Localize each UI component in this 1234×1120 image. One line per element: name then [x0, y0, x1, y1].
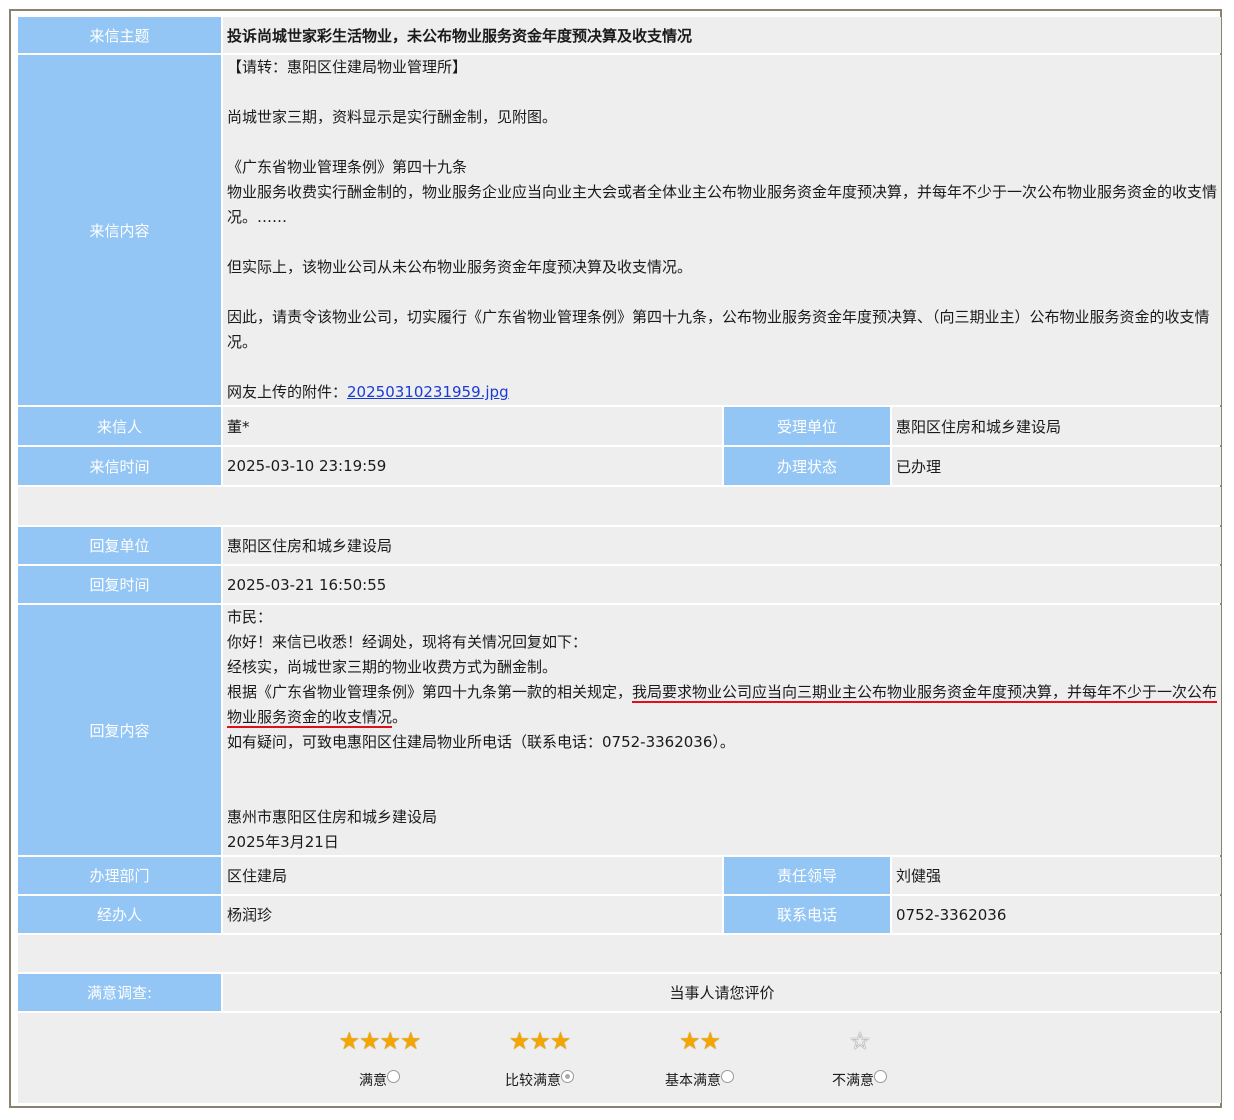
survey-label: 满意调查: [18, 974, 221, 1011]
reply-line: 经核实，尚城世家三期的物业收费方式为酬金制。 [227, 658, 558, 676]
content-line: 因此，请责令该物业公司，切实履行《广东省物业管理条例》第四十九条，公布物业服务资… [227, 308, 1210, 351]
sender-value: 董* [223, 407, 722, 445]
reply-unit-label: 回复单位 [18, 527, 221, 564]
survey-options: ★★★★ 满意 ★★★ 比较满意 ★★ 基本满意 ☆ 不满意 [18, 1013, 1222, 1103]
handler-label: 经办人 [18, 896, 221, 933]
handler-value: 杨润珍 [223, 896, 722, 933]
spacer-row [18, 935, 1222, 972]
dept-value: 区住建局 [223, 857, 722, 894]
letter-time-value: 2025-03-10 23:19:59 [223, 447, 722, 485]
attachment-link[interactable]: 20250310231959.jpg [347, 383, 509, 401]
rating-label: 满意 [359, 1073, 388, 1089]
rating-label: 基本满意 [665, 1073, 722, 1089]
content-line: 物业服务收费实行酬金制的，物业服务企业应当向业主大会或者全体业主公布物业服务资金… [227, 183, 1218, 226]
rating-radio[interactable] [387, 1069, 401, 1083]
reply-content: 市民： 你好！来信已收悉！经调处，现将有关情况回复如下： 经核实，尚城世家三期的… [223, 605, 1222, 855]
reply-line: 根据《广东省物业管理条例》第四十九条第一款的相关规定，我局要求物业公司应当向三期… [227, 680, 1218, 730]
attachment-line: 网友上传的附件：20250310231959.jpg [227, 380, 1217, 405]
status-label: 办理状态 [724, 447, 890, 485]
survey-prompt: 当事人请您评价 [223, 974, 1222, 1011]
content-line: 尚城世家三期，资料显示是实行酬金制，见附图。 [227, 108, 558, 126]
subject-label: 来信主题 [18, 17, 221, 53]
content-label: 来信内容 [18, 55, 221, 405]
content-line: 【请转：惠阳区住建局物业管理所】 [227, 58, 468, 76]
rating-radio[interactable] [874, 1069, 888, 1083]
rating-radio[interactable] [721, 1069, 735, 1083]
reply-line: 你好！来信已收悉！经调处，现将有关情况回复如下： [227, 633, 588, 651]
rating-label: 比较满意 [505, 1073, 562, 1089]
reply-line-text: 。 [392, 708, 408, 726]
reply-time-value: 2025-03-21 16:50:55 [223, 566, 1222, 603]
spacer-row [18, 487, 1222, 525]
rating-label: 不满意 [832, 1073, 875, 1089]
highlighted-text: 物业服务资金的收支情况 [227, 708, 393, 728]
reply-unit-value: 惠阳区住房和城乡建设局 [223, 527, 1222, 564]
reply-time-label: 回复时间 [18, 566, 221, 603]
subject-value: 投诉尚城世家彩生活物业，未公布物业服务资金年度预决算及收支情况 [223, 17, 1222, 53]
leader-label: 责任领导 [724, 857, 890, 894]
rating-option-basically-satisfied[interactable]: ★★ 基本满意 [620, 1026, 780, 1090]
rating-option-fairly-satisfied[interactable]: ★★★ 比较满意 [460, 1026, 620, 1090]
letter-detail-frame: 来信主题 投诉尚城世家彩生活物业，未公布物业服务资金年度预决算及收支情况 来信内… [9, 9, 1222, 1108]
sender-label: 来信人 [18, 407, 221, 445]
attachment-label: 网友上传的附件： [227, 383, 348, 401]
reply-line: 市民： [227, 608, 273, 626]
content-line: 但实际上，该物业公司从未公布物业服务资金年度预决算及收支情况。 [227, 258, 693, 276]
dept-label: 办理部门 [18, 857, 221, 894]
rating-radio[interactable] [561, 1069, 575, 1083]
leader-value: 刘健强 [892, 857, 1222, 894]
phone-value: 0752-3362036 [892, 896, 1222, 933]
handler-unit-value: 惠阳区住房和城乡建设局 [892, 407, 1222, 445]
letter-time-label: 来信时间 [18, 447, 221, 485]
highlighted-text: 我局要求物业公司应当向三期业主公布物业服务资金年度预决算，并每年不少于一次公布 [632, 683, 1218, 703]
content-line: 《广东省物业管理条例》第四十九条 [227, 158, 468, 176]
four-stars-icon: ★★★★ [338, 1027, 421, 1055]
reply-line: 如有疑问，可致电惠阳区住建局物业所电话（联系电话：0752-3362036）。 [227, 733, 735, 751]
reply-line-text: 根据《广东省物业管理条例》第四十九条第一款的相关规定， [227, 683, 633, 701]
three-stars-icon: ★★★ [508, 1027, 572, 1055]
rating-option-unsatisfied[interactable]: ☆ 不满意 [780, 1026, 940, 1090]
reply-sign-date: 2025年3月21日 [227, 833, 339, 851]
letter-detail-table: 来信主题 投诉尚城世家彩生活物业，未公布物业服务资金年度预决算及收支情况 来信内… [16, 15, 1223, 1105]
letter-content: 【请转：惠阳区住建局物业管理所】 尚城世家三期，资料显示是实行酬金制，见附图。 … [223, 55, 1222, 405]
phone-label: 联系电话 [724, 896, 890, 933]
status-value: 已办理 [892, 447, 1222, 485]
reply-content-label: 回复内容 [18, 605, 221, 855]
rating-option-satisfied[interactable]: ★★★★ 满意 [300, 1026, 460, 1090]
reply-sign-org: 惠州市惠阳区住房和城乡建设局 [227, 808, 438, 826]
two-stars-icon: ★★ [679, 1027, 721, 1055]
empty-star-icon: ☆ [849, 1027, 871, 1055]
handler-unit-label: 受理单位 [724, 407, 890, 445]
